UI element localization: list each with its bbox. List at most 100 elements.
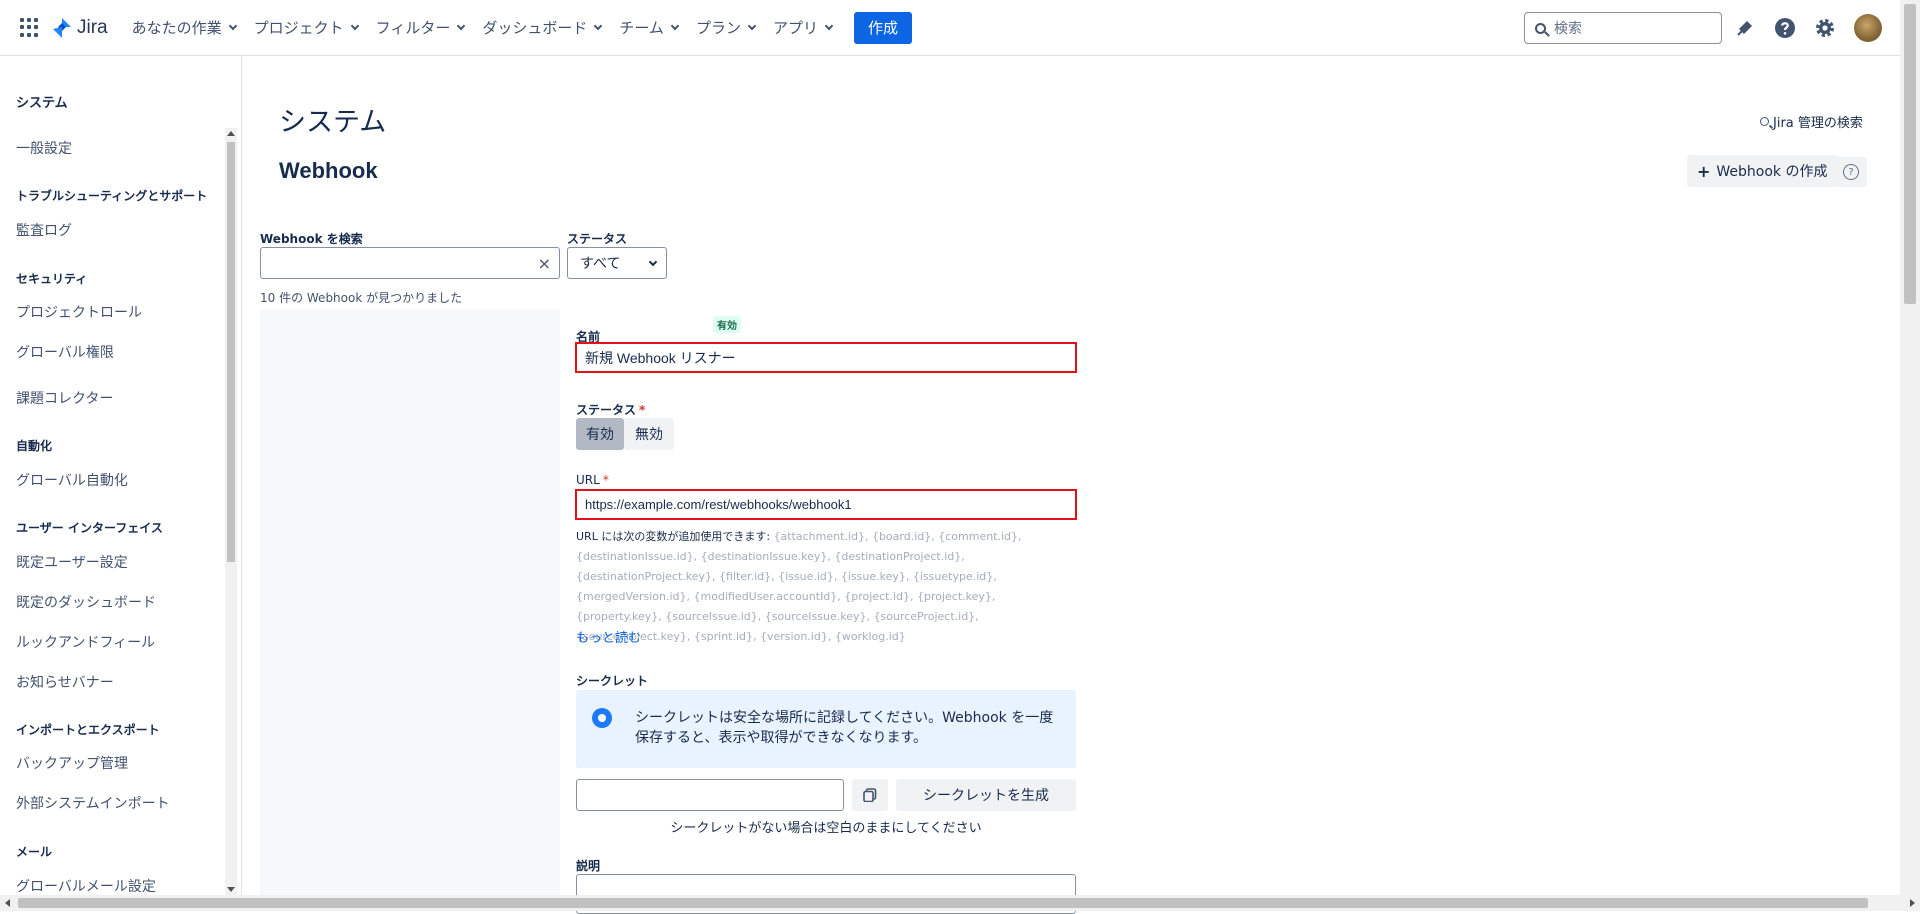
- sidebar-section-troubleshooting: トラブルシューティングとサポート: [16, 189, 208, 203]
- required-marker: *: [639, 403, 646, 417]
- sidebar-item-global-mail-settings[interactable]: グローバルメール設定: [16, 876, 156, 896]
- sidebar-item-issue-collectors[interactable]: 課題コレクター: [16, 388, 113, 408]
- nav-plans[interactable]: プラン: [696, 17, 757, 38]
- page-horizontal-scrollbar-thumb[interactable]: [18, 898, 1868, 908]
- create-webhook-button[interactable]: + Webhook の作成: [1687, 155, 1838, 187]
- question-icon: ?: [1843, 164, 1859, 180]
- chevron-down-icon: [824, 21, 834, 30]
- url-field[interactable]: https://example.com/rest/webhooks/webhoo…: [575, 489, 1077, 520]
- webhook-list-panel: [260, 310, 560, 895]
- read-more-link[interactable]: もっと読む: [576, 627, 641, 646]
- sidebar-section-import-export: インポートとエクスポート: [16, 723, 160, 737]
- create-webhook-label: Webhook の作成: [1716, 164, 1828, 180]
- sidebar-item-global-automation[interactable]: グローバル自動化: [16, 470, 128, 490]
- nav-teams[interactable]: チーム: [619, 17, 680, 38]
- page-vertical-scrollbar[interactable]: [1900, 0, 1920, 895]
- admin-sidebar: システム 一般設定 トラブルシューティングとサポート 監査ログ セキュリティ プ…: [0, 56, 242, 895]
- help-icon[interactable]: [1773, 16, 1797, 40]
- clear-icon[interactable]: ×: [538, 254, 551, 273]
- scroll-down-arrow-icon[interactable]: [227, 887, 235, 892]
- status-filter-label: ステータス: [567, 232, 628, 246]
- nav-label: アプリ: [772, 19, 818, 37]
- webhook-search-input[interactable]: ×: [260, 247, 560, 279]
- sidebar-item-audit-log[interactable]: 監査ログ: [16, 220, 72, 240]
- app-switcher-icon[interactable]: [20, 17, 40, 38]
- sidebar-item-global-permissions[interactable]: グローバル権限: [16, 342, 114, 362]
- nav-dashboards[interactable]: ダッシュボード: [482, 17, 603, 38]
- webhook-search-label: Webhook を検索: [260, 232, 363, 246]
- admin-search-label: Jira 管理の検索: [1773, 116, 1863, 131]
- jira-admin-search-link[interactable]: Jira 管理の検索: [1760, 112, 1863, 131]
- page-horizontal-scrollbar[interactable]: [0, 895, 1920, 911]
- sidebar-scrollbar[interactable]: [225, 128, 237, 895]
- url-hint-lead: URL には次の変数が追加使用できます:: [576, 530, 771, 543]
- status-badge: 有効: [713, 316, 741, 333]
- copy-secret-button[interactable]: [852, 779, 888, 811]
- status-toggle-disabled[interactable]: 無効: [624, 418, 674, 450]
- page-title: システム: [279, 107, 387, 138]
- sidebar-item-backup-manager[interactable]: バックアップ管理: [16, 753, 128, 773]
- chevron-down-icon: [670, 21, 680, 30]
- sidebar-item-general-settings[interactable]: 一般設定: [16, 138, 72, 158]
- sidebar-section-automation: 自動化: [16, 439, 53, 453]
- nav-label: フィルター: [375, 19, 451, 37]
- url-field-value: https://example.com/rest/webhooks/webhoo…: [585, 497, 852, 512]
- secret-info-message: シークレットは安全な場所に記録してください。Webhook を一度保存すると、表…: [576, 690, 1076, 768]
- jira-logo-text: Jira: [77, 16, 108, 38]
- global-search-input[interactable]: 検索: [1524, 12, 1722, 44]
- generate-secret-button[interactable]: シークレットを生成: [896, 779, 1076, 811]
- sidebar-item-announcement-banner[interactable]: お知らせバナー: [16, 672, 114, 692]
- scroll-up-arrow-icon[interactable]: [227, 131, 235, 136]
- url-variables-hint: URL には次の変数が追加使用できます: {attachment.id}, {b…: [576, 527, 1076, 647]
- jira-logo-icon: [53, 17, 71, 38]
- jira-logo[interactable]: Jira: [52, 17, 108, 39]
- nav-apps[interactable]: アプリ: [772, 17, 834, 38]
- chevron-down-icon: [648, 257, 658, 267]
- user-avatar[interactable]: [1854, 14, 1882, 42]
- secret-help-text: シークレットがない場合は空白のままにしてください: [670, 821, 982, 836]
- settings-gear-icon[interactable]: [1813, 16, 1837, 40]
- nav-label: あなたの作業: [131, 19, 222, 37]
- create-button[interactable]: 作成: [853, 11, 912, 44]
- sidebar-item-default-user-preferences[interactable]: 既定ユーザー設定: [16, 552, 128, 572]
- info-icon: [592, 708, 612, 728]
- search-placeholder: 検索: [1554, 21, 1582, 37]
- scroll-right-arrow-icon[interactable]: [1910, 899, 1915, 907]
- sidebar-section-security: セキュリティ: [16, 272, 88, 286]
- sidebar-title: システム: [16, 96, 68, 111]
- name-field-value: 新規 Webhook リスナー: [585, 349, 736, 366]
- sidebar-item-external-system-import[interactable]: 外部システムインポート: [16, 793, 170, 813]
- scroll-left-arrow-icon[interactable]: [5, 899, 10, 907]
- nav-label: プロジェクト: [253, 19, 344, 37]
- sidebar-item-default-dashboard[interactable]: 既定のダッシュボード: [16, 592, 156, 612]
- sidebar-item-project-roles[interactable]: プロジェクトロール: [16, 302, 142, 322]
- nav-your-work[interactable]: あなたの作業: [131, 17, 237, 38]
- description-field-label: 説明: [576, 859, 601, 873]
- secret-input[interactable]: [576, 779, 844, 811]
- sidebar-item-look-and-feel[interactable]: ルックアンドフィール: [16, 632, 155, 652]
- result-count: 10 件の Webhook が見つかりました: [260, 291, 463, 305]
- status-filter-value: すべて: [580, 256, 621, 272]
- copy-icon: [863, 788, 877, 802]
- chevron-down-icon: [457, 21, 466, 30]
- url-field-label-text: URL: [576, 473, 600, 487]
- sidebar-section-user-interface: ユーザー インターフェイス: [16, 521, 163, 535]
- sidebar-scrollbar-thumb[interactable]: [227, 142, 235, 562]
- help-button[interactable]: ?: [1835, 157, 1867, 187]
- status-filter-select[interactable]: すべて: [567, 247, 667, 279]
- status-field-label: ステータス *: [576, 401, 645, 418]
- nav-label: チーム: [619, 19, 664, 37]
- secret-info-text: シークレットは安全な場所に記録してください。Webhook を一度保存すると、表…: [635, 710, 1054, 746]
- notifications-icon[interactable]: [1733, 16, 1757, 40]
- sidebar-section-mail: メール: [16, 845, 53, 859]
- search-icon: [1535, 22, 1546, 34]
- name-field[interactable]: 新規 Webhook リスナー: [575, 342, 1077, 373]
- plus-icon: +: [1697, 161, 1711, 181]
- nav-label: ダッシュボード: [482, 19, 588, 37]
- status-toggle-enabled[interactable]: 有効: [576, 418, 624, 450]
- page-vertical-scrollbar-thumb[interactable]: [1904, 4, 1916, 304]
- nav-filters[interactable]: フィルター: [375, 17, 466, 38]
- nav-projects[interactable]: プロジェクト: [253, 17, 359, 38]
- chevron-down-icon: [747, 21, 757, 30]
- chevron-down-icon: [228, 21, 237, 30]
